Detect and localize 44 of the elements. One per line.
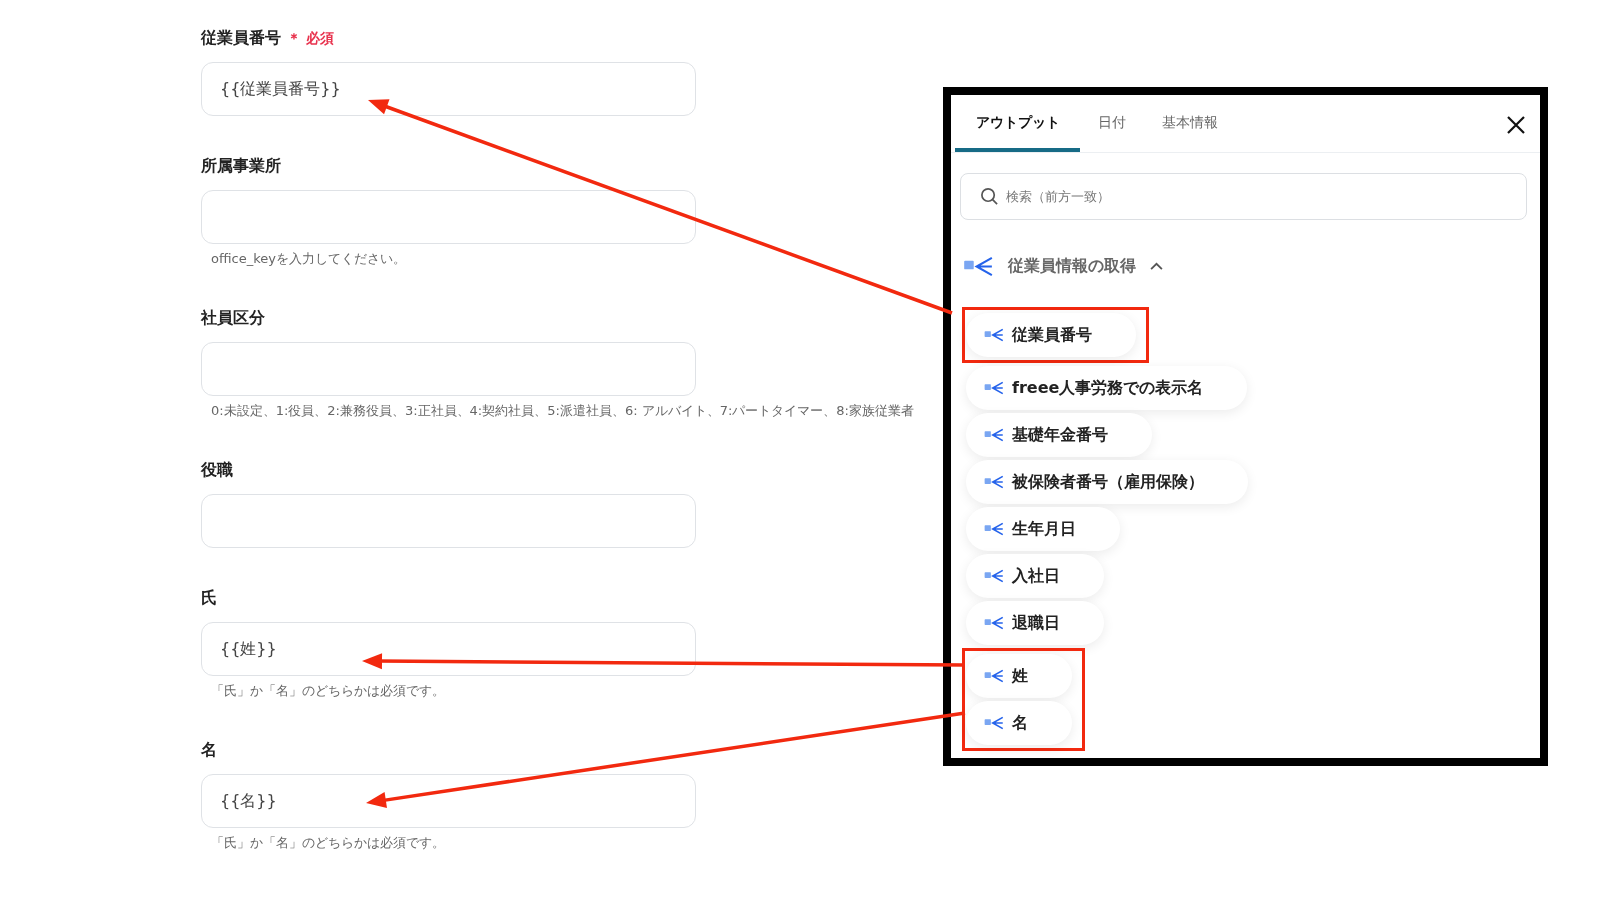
output-chip[interactable]: 生年月日 <box>966 507 1120 551</box>
app-logo-icon <box>984 569 1004 583</box>
field-hint: 「氏」か「名」のどちらかは必須です。 <box>210 682 445 700</box>
app-logo-icon <box>963 255 994 277</box>
field-label: 社員区分 <box>201 308 265 329</box>
group-title: 従業員情報の取得 <box>1008 255 1136 277</box>
app-logo-icon <box>984 716 1004 730</box>
close-icon[interactable] <box>1506 115 1526 135</box>
app-logo-icon <box>984 669 1004 683</box>
output-chip[interactable]: 退職日 <box>966 601 1104 645</box>
field-label: 名 <box>201 740 217 761</box>
tab[interactable]: 日付 <box>1080 114 1144 152</box>
tab[interactable]: アウトプット <box>955 114 1080 152</box>
app-logo-icon <box>984 522 1004 536</box>
output-chip[interactable]: 基礎年金番号 <box>966 413 1152 457</box>
app-logo-icon <box>984 428 1004 442</box>
field-hint: 0:未設定、1:役員、2:兼務役員、3:正社員、4:契約社員、5:派遣社員、6: アルバイト、7:パートタイマー、8:家族従業者 <box>210 402 914 420</box>
input-field[interactable] <box>201 190 696 244</box>
input-field[interactable] <box>201 494 696 548</box>
caret-icon[interactable] <box>1150 261 1163 271</box>
field-label: 従業員番号 <box>201 28 281 49</box>
search-field[interactable]: 検索（前方一致） <box>960 173 1527 220</box>
required-mark: ＊ 必須 <box>287 30 334 48</box>
tab[interactable]: 基本情報 <box>1144 114 1236 152</box>
field-label: 所属事業所 <box>201 156 281 177</box>
input-field[interactable]: {{姓}} <box>201 622 696 676</box>
search-icon <box>980 187 999 206</box>
output-chip[interactable]: 入社日 <box>966 554 1104 598</box>
app-logo-icon <box>984 381 1004 395</box>
field-hint: office_keyを入力してください。 <box>210 250 406 268</box>
input-field[interactable]: {{従業員番号}} <box>201 62 696 116</box>
output-chip[interactable]: freee人事労務での表示名 <box>966 366 1248 410</box>
app-logo-icon <box>984 616 1004 630</box>
output-chip[interactable]: 従業員番号 <box>966 313 1136 357</box>
app-logo-icon <box>984 328 1004 342</box>
output-chip[interactable]: 被保険者番号（雇用保険） <box>966 460 1248 504</box>
field-label: 氏 <box>201 588 217 609</box>
output-chip[interactable]: 姓 <box>966 654 1072 698</box>
input-field[interactable]: {{名}} <box>201 774 696 828</box>
field-label: 役職 <box>201 460 233 481</box>
input-field[interactable] <box>201 342 696 396</box>
app-logo-icon <box>984 475 1004 489</box>
field-hint: 「氏」か「名」のどちらかは必須です。 <box>210 834 445 852</box>
output-chip[interactable]: 名 <box>966 701 1072 745</box>
